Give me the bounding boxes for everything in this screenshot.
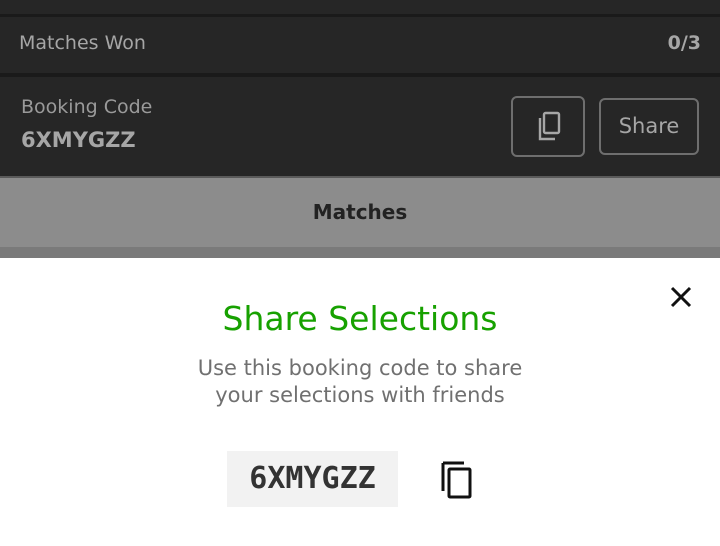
booking-code-value: 6XMYGZZ [21, 128, 136, 152]
copy-code-button[interactable] [436, 457, 478, 503]
matches-won-label: Matches Won [19, 32, 146, 54]
overlay-backdrop [0, 247, 720, 258]
modal-description-line: Use this booking code to share [197, 356, 523, 380]
modal-description: Use this booking code to share your sele… [160, 355, 560, 409]
booking-code-row: Booking Code 6XMYGZZ Share [0, 77, 720, 176]
share-button[interactable]: Share [599, 98, 699, 155]
matches-won-value: 0/3 [667, 32, 701, 54]
copy-code-button[interactable] [511, 96, 585, 157]
booking-code-label: Booking Code [21, 96, 153, 118]
top-panel-edge [0, 0, 720, 14]
tab-bar: Matches [0, 178, 720, 247]
matches-won-row: Matches Won 0/3 [0, 17, 720, 73]
booking-code-text: 6XMYGZZ [249, 461, 376, 496]
tab-matches[interactable]: Matches [0, 178, 720, 247]
share-selections-modal: Share Selections Use this booking code t… [0, 258, 720, 546]
modal-title: Share Selections [222, 299, 498, 338]
copy-icon [538, 111, 561, 141]
booking-code-box[interactable]: 6XMYGZZ [227, 451, 398, 507]
modal-description-line: your selections with friends [215, 383, 505, 407]
copy-icon [441, 461, 472, 499]
